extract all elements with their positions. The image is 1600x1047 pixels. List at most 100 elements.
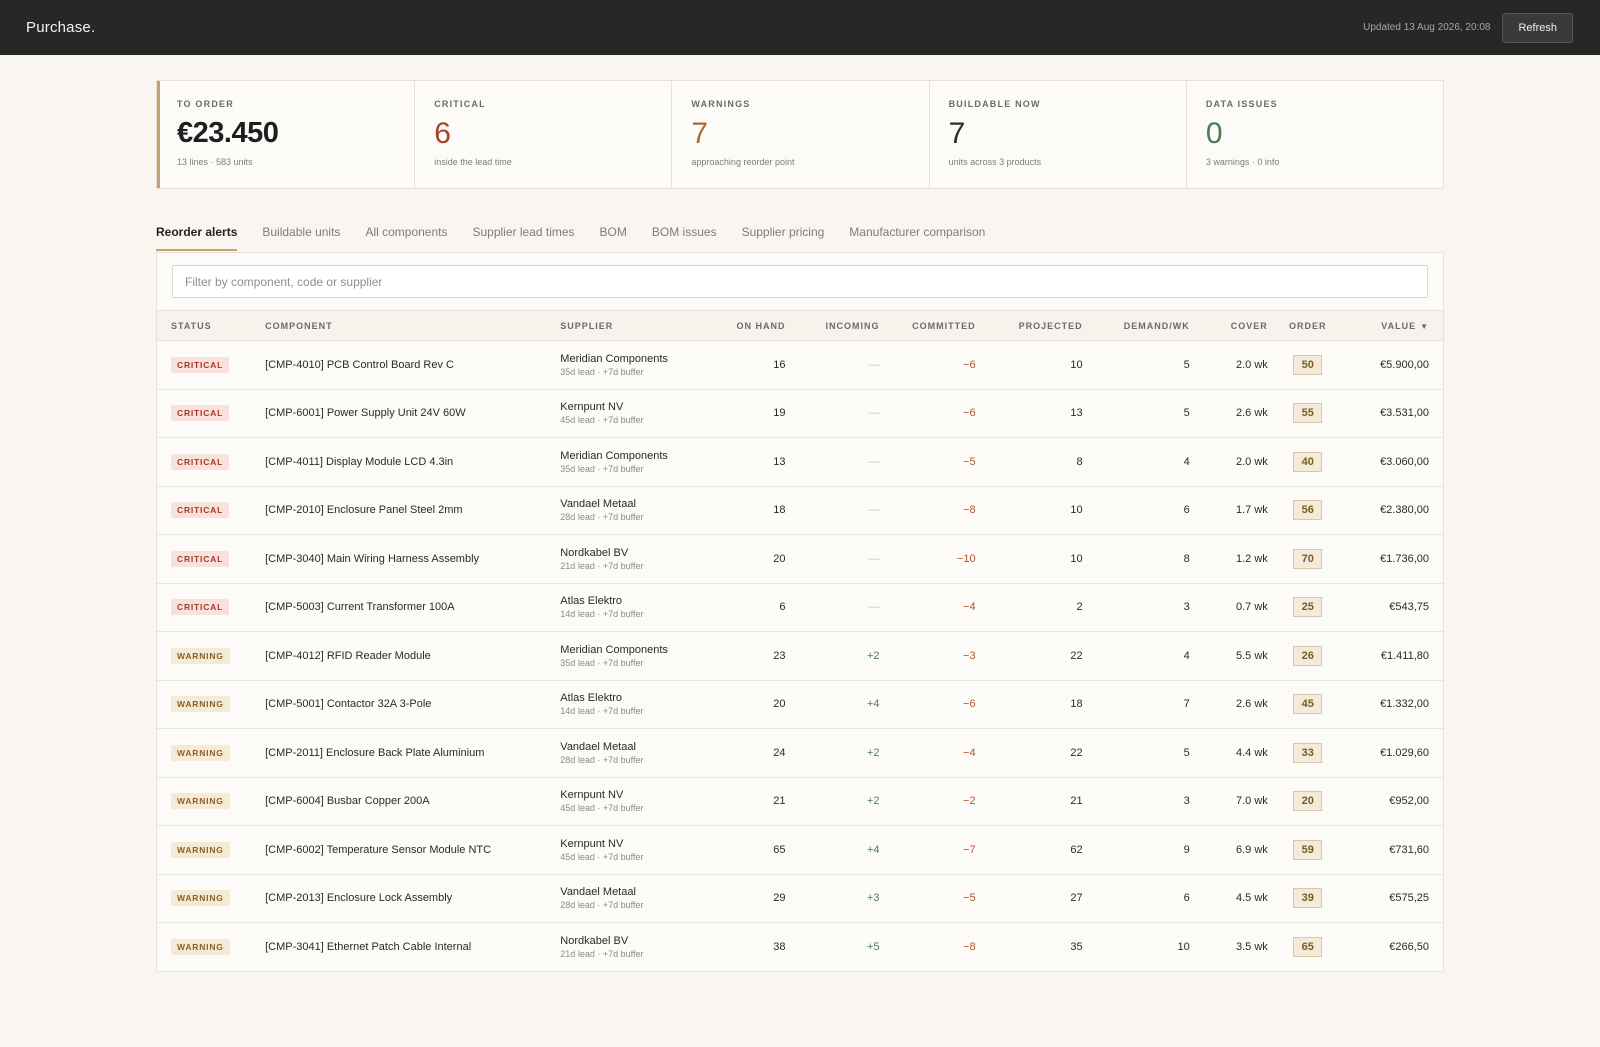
cell-component[interactable]: [CMP-4010] PCB Control Board Rev C [265,340,561,390]
tab-buildable-units[interactable]: Buildable units [262,225,340,251]
updated-timestamp: Updated 13 Aug 2026, 20:08 [1363,22,1491,33]
kpi-warnings: WARNINGS 7 approaching reorder point [672,81,930,188]
cell-component[interactable]: [CMP-6001] Power Supply Unit 24V 60W [265,389,561,438]
col-incoming[interactable]: INCOMING [785,310,880,341]
cell-status: CRITICAL [157,583,266,632]
order-qty[interactable]: 45 [1293,694,1323,715]
supplier-lead: 45d lead · +7d buffer [560,851,644,862]
cell-projected: 2 [975,583,1083,632]
cell-component[interactable]: [CMP-2010] Enclosure Panel Steel 2mm [265,486,561,535]
order-qty[interactable]: 26 [1293,645,1323,666]
supplier-name[interactable]: Kernpunt NV [560,401,700,413]
kpi-sub: 13 lines · 583 units [177,157,253,167]
order-qty[interactable]: 50 [1293,354,1323,375]
supplier-lead: 35d lead · +7d buffer [560,657,644,668]
supplier-name[interactable]: Meridian Components [560,450,700,462]
col-on-hand[interactable]: ON HAND [700,310,786,341]
tab-manufacturer-comparison[interactable]: Manufacturer comparison [849,225,985,251]
cell-component[interactable]: [CMP-4011] Display Module LCD 4.3in [265,437,561,487]
cell-component[interactable]: [CMP-4012] RFID Reader Module [265,631,561,681]
tab-bom[interactable]: BOM [600,225,627,251]
col-order[interactable]: ORDER [1267,310,1348,341]
table-row[interactable]: CRITICAL [CMP-5003] Current Transformer 1… [157,583,1443,632]
tab-supplier-lead-times[interactable]: Supplier lead times [472,225,574,251]
table-header-row: STATUS COMPONENT SUPPLIER ON HAND INCOMI… [157,310,1443,341]
tab-supplier-pricing[interactable]: Supplier pricing [742,225,825,251]
supplier-name[interactable]: Vandael Metaal [560,741,700,753]
order-qty[interactable]: 39 [1293,888,1323,909]
cell-supplier: Kernpunt NV 45d lead · +7d buffer [560,825,701,875]
order-qty[interactable]: 55 [1293,403,1323,424]
table-row[interactable]: WARNING [CMP-4012] RFID Reader Module Meri… [157,631,1443,681]
cell-component[interactable]: [CMP-2013] Enclosure Lock Assembly [265,874,561,923]
cell-component[interactable]: [CMP-2011] Enclosure Back Plate Aluminiu… [265,728,561,778]
supplier-name[interactable]: Vandael Metaal [560,498,700,510]
order-qty[interactable]: 59 [1293,839,1323,860]
cell-cover: 7.0 wk [1189,777,1268,826]
supplier-name[interactable]: Atlas Elektro [560,595,700,607]
cell-component[interactable]: [CMP-3040] Main Wiring Harness Assembly [265,534,561,584]
cell-committed: −4 [879,583,976,632]
table-row[interactable]: WARNING [CMP-2011] Enclosure Back Plate A… [157,728,1443,778]
tab-bom-issues[interactable]: BOM issues [652,225,717,251]
tab-bar: Reorder alerts Buildable units All compo… [156,225,1444,252]
col-projected[interactable]: PROJECTED [975,310,1083,341]
supplier-name[interactable]: Kernpunt NV [560,789,700,801]
table-row[interactable]: CRITICAL [CMP-2010] Enclosure Panel Steel… [157,486,1443,535]
cell-cover: 3.5 wk [1235,941,1268,953]
cell-value: €575,25 [1347,874,1443,923]
supplier-name[interactable]: Atlas Elektro [560,692,700,704]
supplier-name[interactable]: Meridian Components [560,644,700,656]
tab-all-components[interactable]: All components [365,225,447,251]
supplier-name[interactable]: Nordkabel BV [560,547,700,559]
order-qty[interactable]: 33 [1293,742,1323,763]
cell-on-hand: 16 [700,340,786,390]
cell-demand-wk: 7 [1082,680,1190,729]
cell-on-hand: 20 [700,534,786,584]
filter-input[interactable] [172,265,1428,298]
supplier-name[interactable]: Meridian Components [560,353,700,365]
table-row[interactable]: WARNING [CMP-3041] Ethernet Patch Cable I… [157,923,1443,972]
cell-status: CRITICAL [157,486,266,535]
table-row[interactable]: CRITICAL [CMP-6001] Power Supply Unit 24V… [157,389,1443,438]
kpi-buildable-now: BUILDABLE NOW 7 units across 3 products [930,81,1187,188]
table-row[interactable]: WARNING [CMP-2013] Enclosure Lock Assembl… [157,874,1443,923]
order-qty[interactable]: 25 [1293,597,1323,618]
table-row[interactable]: WARNING [CMP-6004] Busbar Copper 200A Kern… [157,777,1443,826]
table-row[interactable]: CRITICAL [CMP-4011] Display Module LCD 4.… [157,437,1443,487]
col-supplier[interactable]: SUPPLIER [560,310,701,341]
refresh-button[interactable]: Refresh [1502,12,1573,43]
cell-component[interactable]: [CMP-5001] Contactor 32A 3-Pole [265,680,561,729]
tab-reorder-alerts[interactable]: Reorder alerts [156,225,238,251]
cell-projected: 18 [975,680,1083,729]
order-qty[interactable]: 65 [1293,937,1323,957]
table-row[interactable]: CRITICAL [CMP-3040] Main Wiring Harness A… [157,534,1443,584]
order-qty[interactable]: 20 [1293,791,1323,812]
col-demand-wk[interactable]: DEMAND/WK [1082,310,1190,341]
cell-component[interactable]: [CMP-6004] Busbar Copper 200A [265,777,561,826]
col-value[interactable]: VALUE ▼ [1347,310,1443,341]
cell-order: 59 [1267,825,1348,875]
supplier-name[interactable]: Vandael Metaal [560,886,700,898]
cell-component[interactable]: [CMP-3041] Ethernet Patch Cable Internal [265,923,560,972]
col-cover[interactable]: COVER [1189,310,1268,341]
cell-component[interactable]: [CMP-6002] Temperature Sensor Module NTC [265,825,561,875]
cell-status: CRITICAL [157,534,266,584]
order-qty[interactable]: 56 [1293,500,1323,521]
order-qty[interactable]: 40 [1293,451,1323,472]
kpi-value: 0 [1205,117,1223,150]
order-qty[interactable]: 70 [1293,548,1323,569]
col-value-label: VALUE [1381,320,1417,331]
col-committed[interactable]: COMMITTED [879,310,976,341]
col-component[interactable]: COMPONENT [265,310,561,341]
supplier-name[interactable]: Nordkabel BV [560,935,700,947]
cell-order: 45 [1267,680,1348,729]
cell-component[interactable]: [CMP-5003] Current Transformer 100A [265,583,561,632]
table-row[interactable]: WARNING [CMP-5001] Contactor 32A 3-Pole At… [157,680,1443,729]
table-row[interactable]: WARNING [CMP-6002] Temperature Sensor Mod… [157,825,1443,875]
cell-on-hand: 21 [700,777,786,826]
supplier-lead: 35d lead · +7d buffer [560,463,644,474]
supplier-name[interactable]: Kernpunt NV [560,838,700,850]
col-status[interactable]: STATUS [157,310,266,341]
table-row[interactable]: CRITICAL [CMP-4010] PCB Control Board Rev… [157,340,1443,390]
